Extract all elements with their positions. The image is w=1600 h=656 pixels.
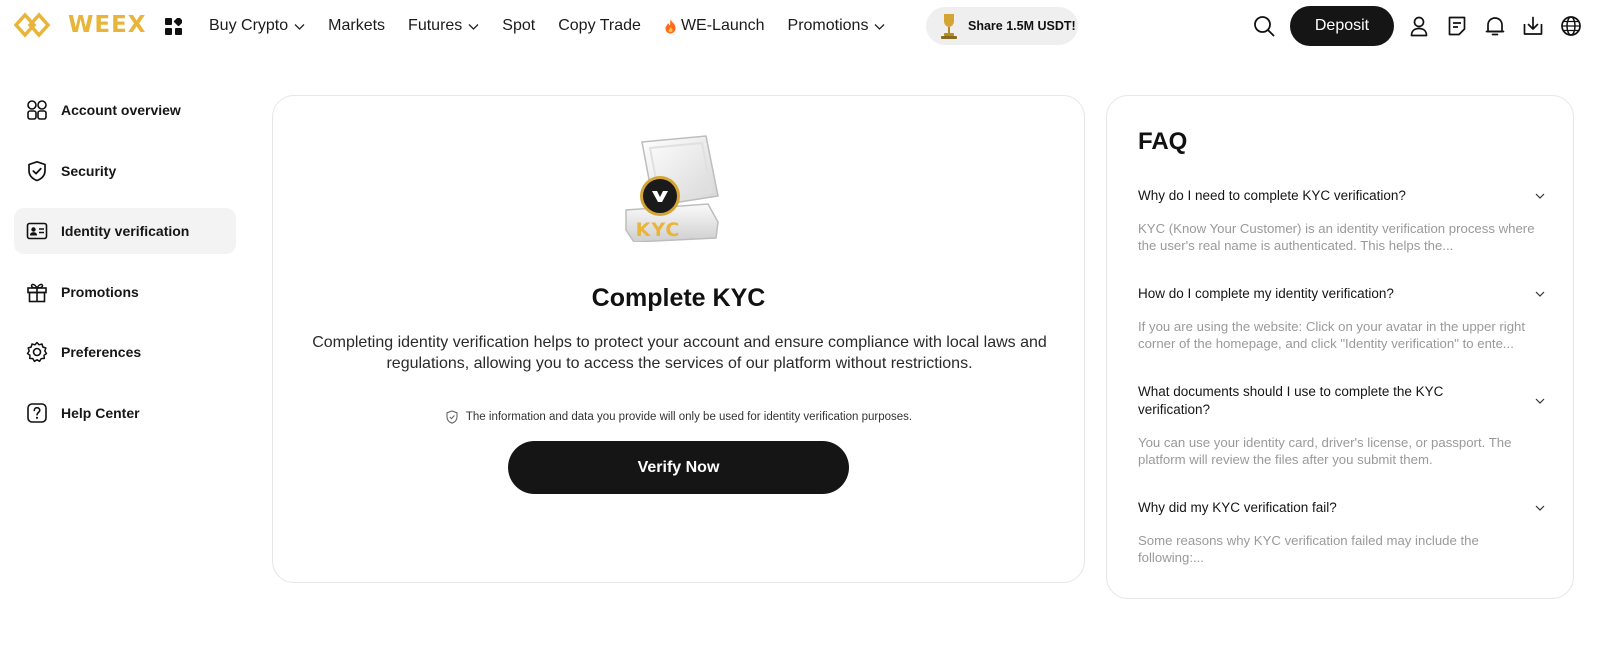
gift-icon [27,283,47,303]
chevron-down-icon [874,23,885,30]
faq-item: How do I complete my identity verificati… [1138,285,1548,352]
sidebar-item-security[interactable]: Security [14,148,236,194]
faq-question-text: Why do I need to complete KYC verificati… [1138,188,1406,203]
share-pill-label: Share 1.5M USDT! [968,19,1076,33]
kyc-card: KYC Complete KYC Completing identity ver… [272,95,1085,583]
nav-spot[interactable]: Spot [502,17,535,35]
sidebar-item-label: Identity verification [61,223,190,240]
chevron-down-icon [1535,193,1545,199]
verify-now-button[interactable]: Verify Now [508,441,849,494]
sidebar-item-help-center[interactable]: Help Center [14,390,236,436]
faq-question[interactable]: Why did my KYC verification fail? [1138,499,1548,517]
sidebar-item-label: Help Center [61,404,140,421]
sidebar-item-label: Security [61,162,117,179]
account-sidebar: Account overview Security Identity verif… [14,87,236,451]
sidebar-item-label: Account overview [61,102,181,118]
privacy-note: The information and data you provide wil… [273,410,1084,424]
grid-circles-icon [27,100,47,120]
nav-promotions[interactable]: Promotions [788,17,886,35]
nav-label: WE-Launch [680,17,765,34]
faq-question-text: Why did my KYC verification fail? [1138,500,1337,515]
shield-check-icon [28,160,46,181]
kyc-badge-text: KYC [635,219,681,241]
faq-question[interactable]: How do I complete my identity verificati… [1138,285,1548,303]
sidebar-item-account-overview[interactable]: Account overview [14,87,236,133]
main-nav: Buy Crypto Markets Futures Spot Copy Tra… [209,0,908,52]
nav-we-launch[interactable]: WE-Launch [664,17,765,35]
nav-copy-trade[interactable]: Copy Trade [558,17,641,35]
faq-answer: If you are using the website: Click on y… [1138,319,1526,351]
faq-question[interactable]: Why do I need to complete KYC verificati… [1138,187,1548,205]
nav-buy-crypto[interactable]: Buy Crypto [209,17,305,35]
orders-icon[interactable] [1446,15,1468,37]
share-promo-pill[interactable]: Share 1.5M USDT! [926,7,1078,45]
nav-label: Copy Trade [558,17,641,34]
id-card-icon [26,222,48,240]
faq-item: Why did my KYC verification fail? Some r… [1138,499,1548,566]
nav-label: Buy Crypto [209,17,289,34]
deposit-button[interactable]: Deposit [1290,6,1394,46]
privacy-note-text: The information and data you provide wil… [465,411,913,423]
nav-markets[interactable]: Markets [328,17,385,35]
trophy-icon [941,14,957,39]
globe-icon[interactable] [1560,15,1582,37]
sidebar-item-promotions[interactable]: Promotions [14,269,236,315]
faq-answer: You can use your identity card, driver's… [1138,435,1512,467]
sidebar-item-label: Preferences [61,344,142,361]
weex-logo-icon [14,12,51,38]
faq-item: What documents should I use to complete … [1138,383,1548,468]
nav-label: Spot [502,17,536,34]
user-icon[interactable] [1408,15,1430,37]
download-icon[interactable] [1522,15,1544,37]
chevron-down-icon [1535,398,1545,404]
nav-label: Markets [328,17,386,34]
nav-futures[interactable]: Futures [408,17,479,35]
search-icon[interactable] [1253,15,1275,37]
chevron-down-icon [468,23,479,30]
faq-item: Why do I need to complete KYC verificati… [1138,187,1548,254]
sidebar-item-identity-verification[interactable]: Identity verification [14,208,236,255]
fire-icon [665,19,676,33]
bell-icon[interactable] [1484,15,1506,37]
sidebar-item-preferences[interactable]: Preferences [14,329,236,375]
faq-title: FAQ [1138,128,1188,155]
faq-answer: KYC (Know Your Customer) is an identity … [1138,221,1535,253]
faq-question-text: How do I complete my identity verificati… [1138,286,1394,301]
faq-card: FAQ Why do I need to complete KYC verifi… [1106,95,1574,599]
question-icon [27,403,47,423]
sidebar-item-label: Promotions [61,283,139,300]
chevron-down-icon [294,23,305,30]
brand-name: WEEX [68,12,147,38]
faq-question-text: What documents should I use to complete … [1138,384,1444,417]
kyc-description: Completing identity verification helps t… [312,334,1047,372]
chevron-down-icon [1535,505,1545,511]
faq-question[interactable]: What documents should I use to complete … [1138,383,1548,419]
nav-label: Futures [408,17,463,34]
page-title: Complete KYC [591,284,766,312]
chevron-down-icon [1535,291,1545,297]
top-navigation-bar: WEEX Buy Crypto Markets Futures Spot Cop… [0,0,1600,52]
weex-logo[interactable]: WEEX [14,12,147,38]
shield-check-icon [446,410,458,424]
faq-answer: Some reasons why KYC verification failed… [1138,533,1479,565]
nav-label: Promotions [787,17,869,34]
apps-grid-icon[interactable] [165,18,182,35]
gear-icon [26,342,48,363]
